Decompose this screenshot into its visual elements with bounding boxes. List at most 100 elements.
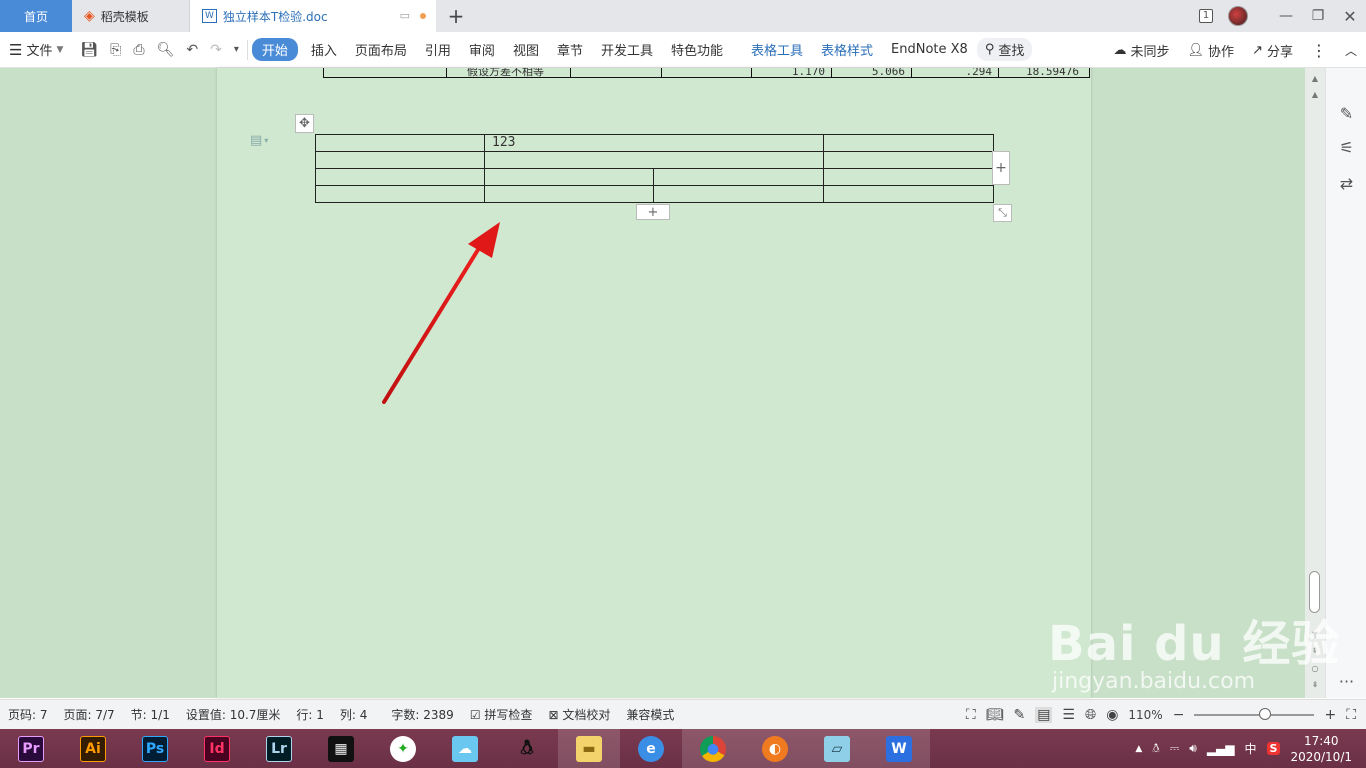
- table-cell[interactable]: 1.170: [752, 68, 832, 77]
- scroll-thumb[interactable]: [1309, 571, 1320, 613]
- scroll-up-icon[interactable]: ▲: [1305, 90, 1325, 99]
- page-view-icon[interactable]: ▤: [1035, 707, 1053, 723]
- add-row-button[interactable]: +: [636, 204, 670, 220]
- table-cell[interactable]: [483, 151, 825, 169]
- minimize-icon[interactable]: —: [1270, 0, 1302, 32]
- tab-references[interactable]: 引用: [416, 40, 460, 59]
- new-table[interactable]: 123: [315, 134, 995, 203]
- prev-page-icon[interactable]: ⇞: [1305, 646, 1325, 655]
- table-cell[interactable]: [823, 168, 995, 186]
- status-page-number[interactable]: 页码: 7: [0, 706, 56, 723]
- table-cell[interactable]: 5.066: [832, 68, 912, 77]
- qq-tray-icon[interactable]: 🐧︎: [1152, 741, 1159, 757]
- table-cell[interactable]: 假设方差不相等: [447, 68, 571, 77]
- read-mode-icon[interactable]: 📖︎: [986, 707, 1004, 723]
- monitor-icon[interactable]: ▭: [400, 9, 410, 22]
- proofread-button[interactable]: ⊠ 文档校对: [540, 706, 618, 723]
- tab-page-layout[interactable]: 页面布局: [346, 40, 416, 59]
- save-icon[interactable]: 💾︎: [80, 42, 98, 58]
- fit-page-icon[interactable]: ⛶: [1346, 707, 1356, 723]
- tab-start[interactable]: 开始: [251, 38, 298, 61]
- fullscreen-icon[interactable]: ⛶: [966, 707, 976, 723]
- clock[interactable]: 17:40 2020/10/1: [1290, 733, 1352, 765]
- tab-table-tools[interactable]: 表格工具: [742, 40, 812, 59]
- table-cell[interactable]: 18.59476: [999, 68, 1085, 77]
- status-setting[interactable]: 设置值: 10.7厘米: [178, 706, 289, 723]
- tab-insert[interactable]: 插入: [302, 40, 346, 59]
- table-cell[interactable]: [823, 134, 995, 152]
- status-word-count[interactable]: 字数: 2389: [383, 706, 461, 723]
- adjust-icon[interactable]: ⚟: [1326, 138, 1366, 157]
- tab-chapter[interactable]: 章节: [548, 40, 592, 59]
- eye-protect-icon[interactable]: ◉: [1106, 707, 1118, 723]
- print-icon[interactable]: ⎙: [133, 42, 144, 58]
- close-icon[interactable]: ✕: [1334, 0, 1366, 32]
- table-cell[interactable]: [315, 134, 485, 152]
- spell-check-button[interactable]: ☑ 拼写检查: [462, 706, 541, 723]
- document-page[interactable]: 假设方差不相等 1.170 5.066 .294 18.59476 ✥ ▤ ▾: [217, 68, 1091, 698]
- restore-icon[interactable]: ❐: [1302, 0, 1334, 32]
- tab-home[interactable]: 首页: [0, 0, 72, 32]
- tab-review[interactable]: 审阅: [460, 40, 504, 59]
- chrome-app[interactable]: ●: [682, 729, 744, 768]
- document-canvas[interactable]: 假设方差不相等 1.170 5.066 .294 18.59476 ✥ ▤ ▾: [0, 68, 1325, 698]
- photoshop-app[interactable]: Ps: [124, 729, 186, 768]
- tab-endnote[interactable]: EndNote X8: [882, 42, 977, 57]
- table-cell[interactable]: [315, 185, 485, 203]
- pen-icon[interactable]: ✎: [1326, 104, 1366, 123]
- table-cell[interactable]: [652, 168, 825, 186]
- status-section[interactable]: 节: 1/1: [123, 706, 178, 723]
- table-cell[interactable]: [652, 185, 825, 203]
- table-cell[interactable]: [484, 185, 654, 203]
- redo-icon[interactable]: ↷: [210, 42, 222, 58]
- sync-button[interactable]: ☁ 未同步: [1105, 41, 1179, 60]
- file-menu[interactable]: ☰ 文件 ▼: [0, 40, 72, 60]
- table-cell-selected[interactable]: 123: [483, 134, 825, 152]
- translate-icon[interactable]: ⇄: [1326, 174, 1366, 193]
- indesign-app[interactable]: Id: [186, 729, 248, 768]
- scroll-down-icon[interactable]: ▼: [1305, 630, 1325, 639]
- collapse-ribbon-icon[interactable]: ︿: [1336, 42, 1366, 59]
- sogou-icon[interactable]: S: [1266, 742, 1281, 755]
- table-cell[interactable]: [823, 185, 995, 203]
- tab-special[interactable]: 特色功能: [662, 40, 732, 59]
- network-icon[interactable]: ▂▄▆: [1207, 742, 1235, 756]
- add-column-button[interactable]: +: [992, 151, 1010, 185]
- more-icon[interactable]: ⋮: [1302, 41, 1336, 60]
- orange-app[interactable]: ◐: [744, 729, 806, 768]
- table-cell[interactable]: [315, 168, 485, 186]
- tab-document[interactable]: W 独立样本T检验.doc ▭: [190, 0, 436, 32]
- zoom-in-icon[interactable]: +: [1324, 707, 1336, 723]
- web-view-icon[interactable]: 🌐︎: [1085, 707, 1096, 723]
- notes-app[interactable]: ▱: [806, 729, 868, 768]
- select-browse-icon[interactable]: ○: [1305, 664, 1325, 673]
- outline-view-icon[interactable]: ☰: [1062, 707, 1075, 723]
- collab-button[interactable]: 👤︎ 协作: [1179, 41, 1244, 60]
- table-cell[interactable]: [315, 151, 485, 169]
- paragraph-options[interactable]: ▤ ▾: [250, 133, 268, 148]
- scroll-up-icon[interactable]: ▲: [1305, 74, 1325, 83]
- print-preview-icon[interactable]: 🔍︎: [157, 42, 175, 58]
- zoom-slider-handle[interactable]: [1259, 708, 1272, 720]
- status-row[interactable]: 行: 1: [288, 706, 332, 723]
- table-cell[interactable]: [662, 68, 752, 77]
- undo-icon[interactable]: ↶: [186, 42, 198, 58]
- volume-icon[interactable]: 🔊︎: [1189, 741, 1197, 756]
- video-editor-app[interactable]: ▦: [310, 729, 372, 768]
- cloud-app[interactable]: ☁: [434, 729, 496, 768]
- status-pages[interactable]: 页面: 7/7: [56, 706, 123, 723]
- table-cell[interactable]: [484, 168, 654, 186]
- next-page-icon[interactable]: ⇟: [1305, 680, 1325, 689]
- vertical-scrollbar[interactable]: ▲ ▲ ▼ ⇞ ○ ⇟: [1305, 68, 1325, 698]
- more-options-icon[interactable]: ···: [1326, 672, 1366, 691]
- avatar[interactable]: [1222, 0, 1254, 32]
- new-tab-button[interactable]: +: [436, 0, 476, 32]
- tray-expand-icon[interactable]: ▲: [1135, 744, 1142, 754]
- table-cell[interactable]: [571, 68, 662, 77]
- status-column[interactable]: 列: 4: [332, 706, 376, 723]
- browser-app[interactable]: e: [620, 729, 682, 768]
- edit-mode-icon[interactable]: ✎: [1013, 707, 1025, 723]
- tab-view[interactable]: 视图: [504, 40, 548, 59]
- zoom-out-icon[interactable]: −: [1173, 707, 1185, 723]
- ime-indicator[interactable]: 中: [1245, 740, 1257, 757]
